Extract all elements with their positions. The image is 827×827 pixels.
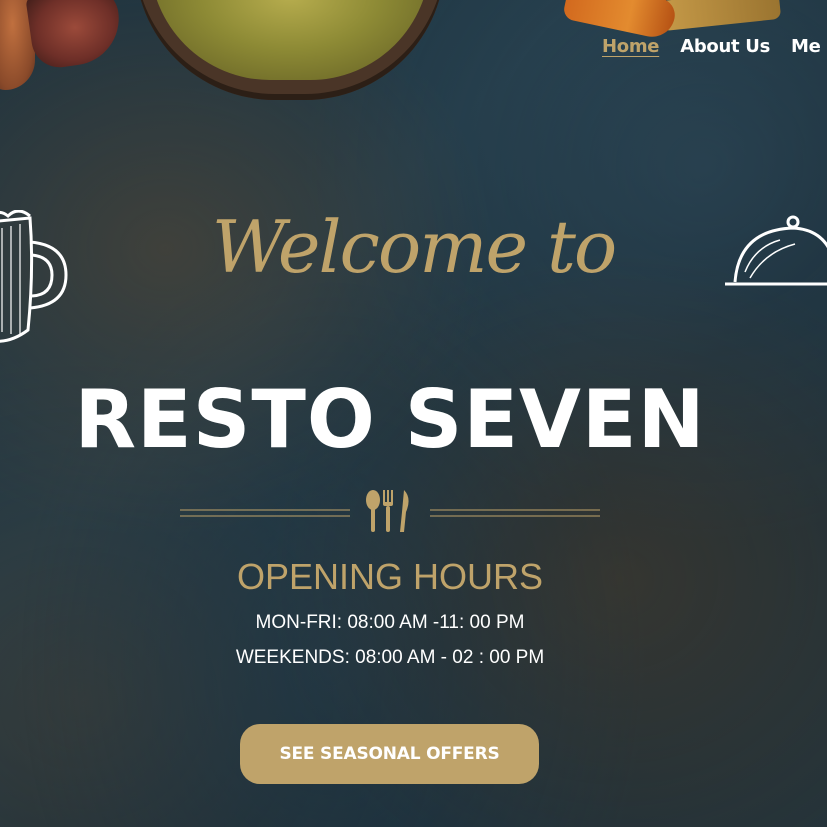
nav-item-about-us[interactable]: About Us xyxy=(680,36,770,57)
nav-item-home[interactable]: Home xyxy=(602,36,660,57)
food-photo-meat xyxy=(25,0,125,71)
cutlery-icon xyxy=(366,490,409,532)
hours-weekends: WEEKENDS: 08:00 AM - 02 : 00 PM xyxy=(235,647,545,668)
hours-weekdays: MON-FRI: 08:00 AM -11: 00 PM xyxy=(255,612,525,633)
opening-hours-title: OPENING HOURS xyxy=(236,556,544,597)
food-photo-pepper xyxy=(562,0,678,41)
welcome-script-heading: Welcome to xyxy=(211,205,618,289)
see-seasonal-offers-button[interactable]: SEE SEASONAL OFFERS xyxy=(240,724,539,784)
main-nav: Home About Us Me xyxy=(602,36,821,57)
food-photo-stick xyxy=(658,0,782,32)
cutlery-divider xyxy=(180,490,600,532)
brand-title: RESTO SEVEN xyxy=(74,373,706,466)
nav-item-menu[interactable]: Me xyxy=(791,36,821,57)
hero-section: Home About Us Me Welcome to RESTO SEVEN xyxy=(0,0,827,827)
